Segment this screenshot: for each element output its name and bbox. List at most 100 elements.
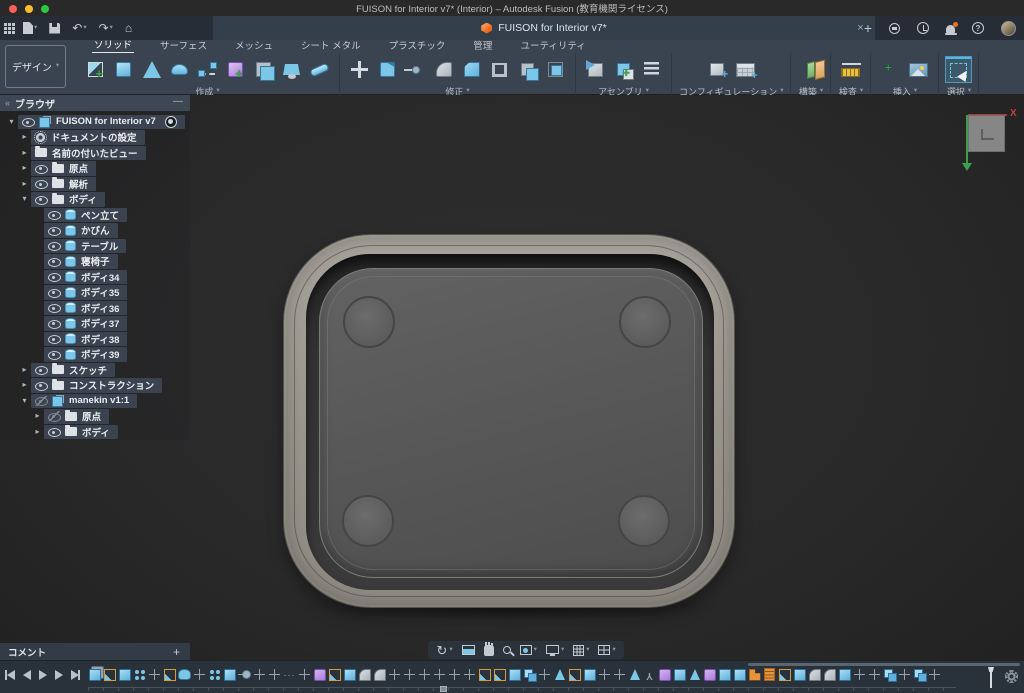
timeline-track[interactable] (88, 687, 956, 691)
timeline-move-icon[interactable] (253, 667, 266, 682)
visibility-eye-icon[interactable] (22, 117, 34, 127)
insert-decal-button[interactable] (878, 57, 903, 82)
chevron-down-icon[interactable]: ▾ (5, 118, 18, 126)
visibility-eye-icon[interactable] (48, 318, 60, 328)
tree-row[interactable]: ボディ38 (0, 331, 190, 347)
new-component-button[interactable] (611, 57, 636, 82)
timeline-form-icon[interactable] (178, 667, 191, 682)
timeline-combine-icon[interactable] (883, 667, 896, 682)
timeline-sketch-icon[interactable] (328, 667, 341, 682)
timeline-scrollbar[interactable] (748, 663, 1020, 666)
visibility-eye-icon[interactable] (48, 287, 60, 297)
pipe-button[interactable] (307, 57, 332, 82)
visibility-eye-icon[interactable] (48, 210, 60, 220)
timeline-move-icon[interactable] (463, 667, 476, 682)
nav-grid-button[interactable]: ▾ (569, 641, 594, 659)
chevron-right-icon[interactable]: ▸ (18, 133, 31, 141)
timeline-ellipsis-icon[interactable]: ··· (283, 667, 296, 682)
construct-plane-button[interactable] (798, 57, 823, 82)
ribbon-tab-4[interactable]: プラスチック (387, 38, 448, 53)
timeline-revolve-icon[interactable] (553, 667, 566, 682)
nav-display-settings-button[interactable]: ▾ (541, 641, 568, 659)
tree-row[interactable]: かびん (0, 223, 190, 239)
configuration-button[interactable] (705, 57, 730, 82)
chevron-right-icon[interactable]: ▸ (31, 428, 44, 436)
timeline-move-icon[interactable] (268, 667, 281, 682)
timeline-pattern-orange-icon[interactable] (763, 667, 776, 682)
ribbon-tab-0[interactable]: ソリッド (92, 37, 134, 53)
combine-button[interactable] (251, 57, 276, 82)
tree-row[interactable]: ボディ34 (0, 269, 190, 285)
maximize-window-button[interactable] (41, 5, 49, 13)
create-mesh-button[interactable] (223, 57, 248, 82)
ribbon-tab-5[interactable]: 管理 (471, 38, 494, 53)
step-forward-button[interactable] (52, 668, 65, 682)
chevron-right-icon[interactable]: ▸ (18, 164, 31, 172)
chevron-down-icon[interactable]: ▾ (18, 195, 31, 203)
visibility-eye-icon[interactable] (35, 365, 47, 375)
visibility-eye-icon[interactable] (48, 427, 60, 437)
move-button[interactable] (347, 57, 372, 82)
timeline-sketch-icon[interactable] (103, 667, 116, 682)
save-button[interactable] (45, 18, 64, 38)
nav-orbit-button[interactable]: ↻▾ (432, 641, 457, 659)
chamfer-button[interactable] (459, 57, 484, 82)
close-window-button[interactable] (9, 5, 17, 13)
skip-start-button[interactable] (4, 668, 17, 682)
timeline-extrude-icon[interactable] (118, 667, 131, 682)
timeline-combine-icon[interactable] (913, 667, 926, 682)
timeline-move-icon[interactable] (928, 667, 941, 682)
tree-row[interactable]: ▾ボディ (0, 192, 190, 208)
timeline-extrude-icon[interactable] (343, 667, 356, 682)
timeline-move-icon[interactable] (598, 667, 611, 682)
rail-button[interactable] (195, 57, 220, 82)
comments-bar[interactable]: コメント + (0, 643, 190, 660)
timeline-sketch-icon[interactable] (568, 667, 581, 682)
timeline-extrude-icon[interactable] (508, 667, 521, 682)
chevron-right-icon[interactable]: ▸ (18, 381, 31, 389)
tree-row[interactable]: ボディ39 (0, 347, 190, 363)
timeline-sketch-icon[interactable] (493, 667, 506, 682)
insert-derive-button[interactable] (583, 57, 608, 82)
visibility-eye-icon[interactable] (48, 225, 60, 235)
loft-button[interactable] (279, 57, 304, 82)
timeline-combine-icon[interactable] (523, 667, 536, 682)
timeline-revolve-icon[interactable] (628, 667, 641, 682)
timeline-form-purple-icon[interactable] (313, 667, 326, 682)
measure-button[interactable] (838, 57, 863, 82)
shell-button[interactable] (487, 57, 512, 82)
timeline-move-icon[interactable] (868, 667, 881, 682)
tree-row[interactable]: ▸ボディ (0, 424, 190, 440)
timeline-move-icon[interactable] (148, 667, 161, 682)
timeline-move-icon[interactable] (538, 667, 551, 682)
activate-component-radio[interactable] (165, 116, 177, 128)
step-back-button[interactable] (20, 668, 33, 682)
add-comment-button[interactable]: + (173, 645, 180, 659)
offset-face-button[interactable] (515, 57, 540, 82)
profile-button[interactable] (997, 18, 1020, 38)
chevron-right-icon[interactable]: ▸ (31, 412, 44, 420)
collapse-panel-icon[interactable]: « (0, 98, 15, 108)
tree-row[interactable]: ▸原点 (0, 161, 190, 177)
model-bottom-panel[interactable] (319, 268, 703, 578)
ribbon-tab-6[interactable]: ユーティリティ (518, 38, 587, 53)
tree-row[interactable]: ▸解析 (0, 176, 190, 192)
table-foot[interactable] (342, 495, 394, 547)
revolve-button[interactable] (139, 57, 164, 82)
timeline-extrude-icon[interactable] (838, 667, 851, 682)
tree-row[interactable]: ボディ36 (0, 300, 190, 316)
chevron-right-icon[interactable]: ▸ (18, 180, 31, 188)
timeline-move-icon[interactable] (613, 667, 626, 682)
timeline-fillet-icon[interactable] (373, 667, 386, 682)
timeline-move-icon[interactable] (853, 667, 866, 682)
timeline-pattern-icon[interactable] (133, 667, 146, 682)
tree-row[interactable]: ▸ドキュメントの設定 (0, 130, 190, 146)
nav-pan-button[interactable] (479, 641, 498, 659)
redo-button[interactable]: ↷▾ (95, 18, 117, 38)
new-tab-button[interactable]: + (860, 20, 876, 36)
ribbon-tab-2[interactable]: メッシュ (233, 38, 275, 53)
extensions-button[interactable] (885, 18, 904, 38)
visibility-eye-icon[interactable] (48, 241, 60, 251)
timeline-move-icon[interactable] (418, 667, 431, 682)
timeline-component-icon[interactable] (88, 667, 101, 682)
